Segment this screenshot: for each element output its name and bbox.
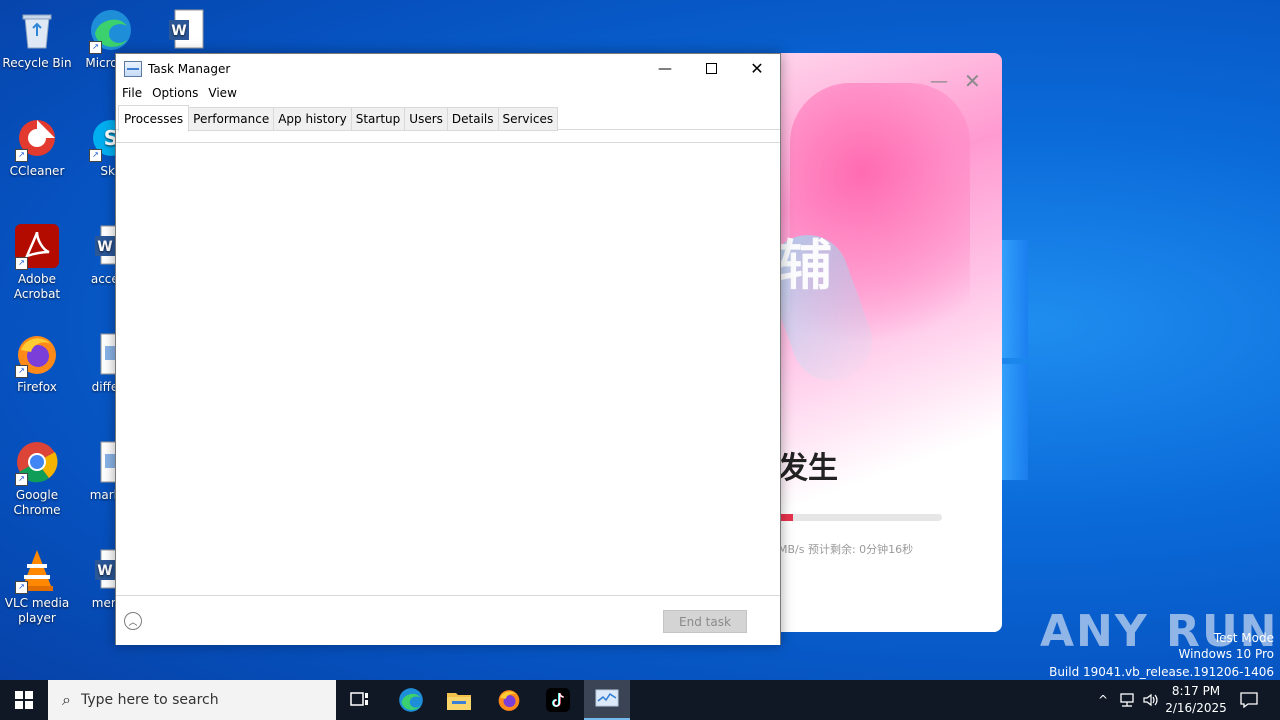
tray-network[interactable] xyxy=(1116,680,1138,720)
firefox-icon: ↗ xyxy=(15,332,59,378)
desktop-icon-google-chrome[interactable]: ↗ Google Chrome xyxy=(0,440,74,518)
ccleaner-icon: ↗ xyxy=(15,116,59,162)
folder-icon xyxy=(447,693,471,710)
taskbar: ⌕ Type here to search ^ 8:17 PM 2/16/202… xyxy=(0,680,1280,720)
windows-logo-wallpaper xyxy=(1000,240,1030,480)
notification-icon xyxy=(1240,692,1258,708)
minimize-icon: — xyxy=(658,60,672,77)
desktop-icon-label: Firefox xyxy=(17,380,57,394)
recycle-bin-icon xyxy=(15,8,59,52)
firefox-icon xyxy=(498,690,520,711)
desktop-icon-label: VLC media player xyxy=(4,596,70,625)
chevron-up-icon: ^ xyxy=(1097,693,1109,707)
title-bar[interactable]: Task Manager — ✕ xyxy=(116,54,780,83)
shortcut-arrow-icon: ↗ xyxy=(15,473,28,486)
desktop-icon-recycle-bin[interactable]: Recycle Bin xyxy=(0,8,74,71)
maximize-button[interactable] xyxy=(688,54,734,83)
task-view-icon xyxy=(350,692,368,706)
task-manager-icon xyxy=(124,60,142,77)
action-center-button[interactable] xyxy=(1234,680,1264,720)
tab-processes[interactable]: Processes xyxy=(118,105,190,132)
banner-character: 辅 xyxy=(778,234,832,297)
search-placeholder: Type here to search xyxy=(80,692,219,708)
taskbar-edge[interactable] xyxy=(388,680,434,720)
desktop-icon-label: Google Chrome xyxy=(13,488,61,517)
desktop-icon-firefox[interactable]: ↗ Firefox xyxy=(0,332,74,395)
network-icon xyxy=(1120,693,1134,707)
task-manager-window[interactable]: Task Manager — ✕ File Options View Proce… xyxy=(115,53,781,645)
shortcut-arrow-icon: ↗ xyxy=(15,581,28,594)
end-task-button[interactable]: End task xyxy=(663,610,747,633)
installer-window[interactable]: — ✕ 辅 发生 MB/s 预计剩余: 0分钟16秒 xyxy=(760,53,1002,632)
maximize-icon xyxy=(705,63,717,74)
vlc-icon: ↗ xyxy=(15,548,59,594)
desktop-icon-word-top[interactable]: W xyxy=(148,8,222,56)
watermark-build: Build 19041.vb_release.191206-1406 xyxy=(1049,665,1274,679)
fewer-details-button[interactable]: ︿ xyxy=(124,612,142,630)
taskbar-firefox[interactable] xyxy=(486,680,532,720)
svg-text:W: W xyxy=(97,239,112,255)
tiktok-icon xyxy=(546,688,570,712)
minimize-icon[interactable]: — xyxy=(930,71,948,92)
desktop-icon-label: Recycle Bin xyxy=(2,56,72,70)
shortcut-arrow-icon: ↗ xyxy=(15,257,28,270)
watermark-test-mode: Test Mode xyxy=(1213,631,1274,645)
chevron-up-icon: ︿ xyxy=(128,617,138,628)
desktop-icon-label: Adobe Acrobat xyxy=(13,272,61,301)
tab-startup[interactable]: Startup xyxy=(351,107,406,131)
tab-app-history[interactable]: App history xyxy=(274,107,352,131)
tab-users[interactable]: Users xyxy=(405,107,448,131)
desktop-icon-vlc[interactable]: ↗ VLC media player xyxy=(0,548,74,626)
tray-volume[interactable] xyxy=(1140,680,1162,720)
tray-overflow-button[interactable]: ^ xyxy=(1094,680,1112,720)
close-icon: ✕ xyxy=(750,59,764,78)
taskbar-file-explorer[interactable] xyxy=(436,680,482,720)
edge-icon xyxy=(399,688,423,712)
footer-bar: ︿ End task xyxy=(116,595,780,645)
taskbar-clock[interactable]: 8:17 PM 2/16/2025 xyxy=(1162,683,1230,717)
speaker-icon xyxy=(1143,693,1158,707)
tab-details[interactable]: Details xyxy=(447,107,499,131)
clock-time: 8:17 PM xyxy=(1171,684,1221,698)
edge-icon: ↗ xyxy=(89,8,133,54)
search-icon: ⌕ xyxy=(62,690,71,709)
desktop-icon-ccleaner[interactable]: ↗ CCleaner xyxy=(0,116,74,179)
desktop-icon-adobe-acrobat[interactable]: ↗ Adobe Acrobat xyxy=(0,224,74,302)
shortcut-arrow-icon: ↗ xyxy=(89,149,102,162)
watermark-edition: Windows 10 Pro xyxy=(1178,647,1274,661)
shortcut-arrow-icon: ↗ xyxy=(89,41,102,54)
taskbar-search-box[interactable]: ⌕ Type here to search xyxy=(48,680,336,720)
taskbar-tiktok[interactable] xyxy=(535,680,581,720)
word-document-icon: W xyxy=(163,8,207,52)
desktop-icon-label: CCleaner xyxy=(9,164,65,178)
task-manager-icon xyxy=(595,689,619,707)
windows-start-icon xyxy=(15,691,33,709)
taskbar-task-manager[interactable] xyxy=(584,680,630,720)
tab-strip: Processes Performance App history Startu… xyxy=(116,103,780,132)
chrome-icon: ↗ xyxy=(15,440,59,486)
acrobat-icon: ↗ xyxy=(15,224,59,270)
download-progress-bar xyxy=(776,514,942,521)
shortcut-arrow-icon: ↗ xyxy=(15,365,28,378)
minimize-button[interactable]: — xyxy=(642,54,688,83)
start-button[interactable] xyxy=(0,680,48,720)
installer-headline: 发生 xyxy=(778,451,838,486)
window-title: Task Manager xyxy=(148,61,231,76)
task-view-button[interactable] xyxy=(337,680,383,720)
close-button[interactable]: ✕ xyxy=(734,54,780,83)
menu-view[interactable]: View xyxy=(203,86,241,100)
shortcut-arrow-icon: ↗ xyxy=(15,149,28,162)
menu-bar: File Options View xyxy=(116,83,780,103)
tab-services[interactable]: Services xyxy=(498,107,559,131)
process-list-area[interactable] xyxy=(116,142,780,596)
tab-performance[interactable]: Performance xyxy=(189,107,275,131)
close-icon[interactable]: ✕ xyxy=(964,69,981,93)
clock-date: 2/16/2025 xyxy=(1165,701,1227,715)
menu-options[interactable]: Options xyxy=(147,86,203,100)
download-status-text: MB/s 预计剩余: 0分钟16秒 xyxy=(778,543,914,556)
menu-file[interactable]: File xyxy=(117,86,147,100)
svg-text:W: W xyxy=(171,23,186,39)
svg-text:W: W xyxy=(97,563,112,579)
